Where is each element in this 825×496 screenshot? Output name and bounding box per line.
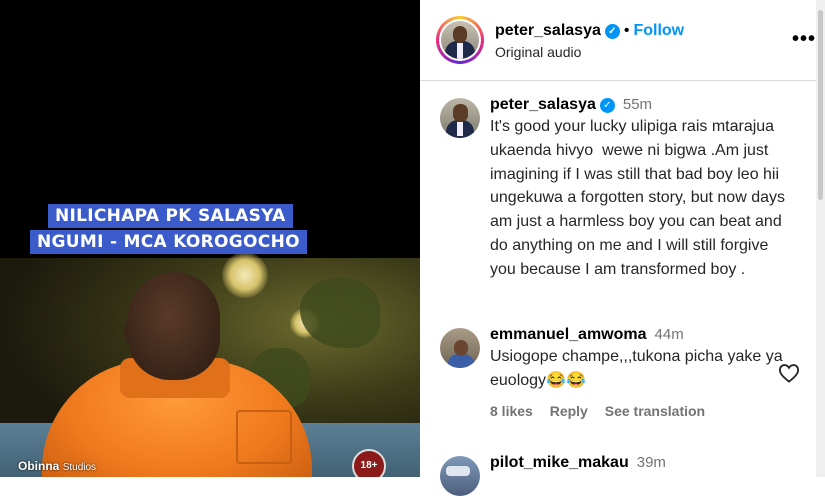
comment-username[interactable]: emmanuel_amwoma bbox=[490, 326, 647, 343]
avatar[interactable] bbox=[440, 456, 480, 496]
verified-badge-icon: ✓ bbox=[604, 24, 620, 39]
follow-button[interactable]: Follow bbox=[633, 22, 684, 39]
scrollbar[interactable] bbox=[816, 0, 825, 477]
post-header: peter_salasya ✓ • Follow Original audio ••• bbox=[420, 0, 825, 81]
scrollbar-thumb[interactable] bbox=[818, 10, 823, 200]
comment-text: Usiogope champe,,,tukona picha yake ya e… bbox=[490, 348, 788, 389]
video-caption-line1: NILICHAPA PK SALASYA bbox=[48, 204, 293, 228]
reel-video[interactable]: NILICHAPA PK SALASYA NGUMI - MCA KOROGOC… bbox=[0, 0, 420, 477]
man-head bbox=[128, 272, 220, 380]
verified-badge-icon: ✓ bbox=[599, 98, 615, 113]
lamp-light bbox=[222, 252, 268, 298]
comment-actions: 8 likes Reply See translation bbox=[490, 403, 790, 419]
separator: • bbox=[623, 22, 630, 39]
more-horizontal-icon[interactable]: ••• bbox=[792, 29, 816, 49]
age-rating-badge: 18+ bbox=[352, 449, 386, 477]
audio-link[interactable]: Original audio bbox=[495, 44, 581, 60]
avatar[interactable] bbox=[440, 328, 480, 368]
watermark-brand: Obinna bbox=[18, 459, 60, 473]
comment-time[interactable]: 44m bbox=[655, 326, 684, 343]
comments-panel: peter_salasya ✓ • Follow Original audio •••… bbox=[420, 0, 825, 496]
studio-watermark: Obinna Studios bbox=[18, 459, 96, 473]
watermark-studio: Studios bbox=[62, 462, 97, 473]
plant bbox=[300, 278, 380, 348]
heart-icon[interactable] bbox=[778, 363, 800, 383]
comment-text: It's good your lucky ulipiga rais mtaraj… bbox=[490, 118, 794, 278]
header-title-row: peter_salasya ✓ • Follow bbox=[495, 22, 684, 40]
likes-count[interactable]: 8 likes bbox=[490, 403, 533, 419]
reply-button[interactable]: Reply bbox=[550, 403, 588, 419]
shirt-pocket bbox=[236, 410, 292, 464]
story-avatar[interactable] bbox=[436, 16, 484, 64]
avatar[interactable] bbox=[440, 98, 480, 138]
comment-time[interactable]: 39m bbox=[637, 454, 666, 471]
comment-username[interactable]: peter_salasya bbox=[490, 96, 596, 113]
comment-time[interactable]: 55m bbox=[623, 96, 652, 113]
avatar bbox=[441, 21, 479, 59]
comment-username[interactable]: pilot_mike_makau bbox=[490, 454, 629, 471]
header-username[interactable]: peter_salasya bbox=[495, 22, 601, 39]
see-translation-button[interactable]: See translation bbox=[605, 403, 705, 419]
video-caption-line2: NGUMI - MCA KOROGOCHO bbox=[30, 230, 307, 254]
